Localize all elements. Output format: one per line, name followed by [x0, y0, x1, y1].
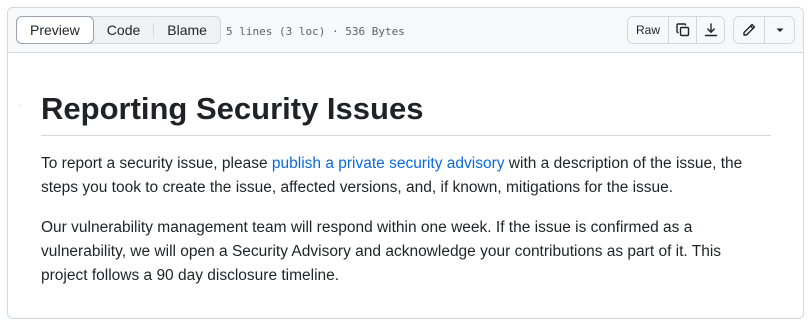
- download-raw-button[interactable]: [696, 17, 724, 43]
- tab-preview[interactable]: Preview: [16, 16, 94, 44]
- download-icon: [703, 22, 719, 38]
- file-info: 5 lines (3 loc) · 536 Bytes: [226, 25, 405, 38]
- markdown-body: Reporting Security Issues To report a se…: [8, 53, 803, 288]
- paragraph-text-before-link: To report a security issue, please: [41, 155, 272, 172]
- private-advisory-link[interactable]: publish a private security advisory: [272, 155, 505, 172]
- tab-code[interactable]: Code: [94, 17, 153, 43]
- raw-button[interactable]: Raw: [628, 17, 668, 43]
- raw-copy-download-group: Raw: [626, 16, 725, 44]
- edit-button[interactable]: [734, 17, 764, 43]
- paragraph-response-policy: Our vulnerability management team will r…: [41, 219, 722, 284]
- document-title: Reporting Security Issues: [41, 89, 771, 136]
- tab-blame[interactable]: Blame: [154, 17, 220, 43]
- copy-raw-button[interactable]: [668, 17, 696, 43]
- view-mode-segmented-control: Preview Code Blame: [16, 16, 221, 44]
- more-edit-options-button[interactable]: [764, 17, 794, 43]
- heading-anchor-marker: [18, 104, 21, 107]
- paragraph-report-instructions: To report a security issue, please publi…: [41, 152, 771, 200]
- file-actions: Raw: [619, 16, 795, 44]
- copy-icon: [675, 22, 691, 38]
- pencil-icon: [741, 22, 757, 38]
- file-viewer: Preview Code Blame 5 lines (3 loc) · 536…: [7, 7, 804, 319]
- edit-group: [733, 16, 795, 44]
- triangle-down-icon: [775, 25, 785, 35]
- file-toolbar: Preview Code Blame 5 lines (3 loc) · 536…: [8, 8, 803, 53]
